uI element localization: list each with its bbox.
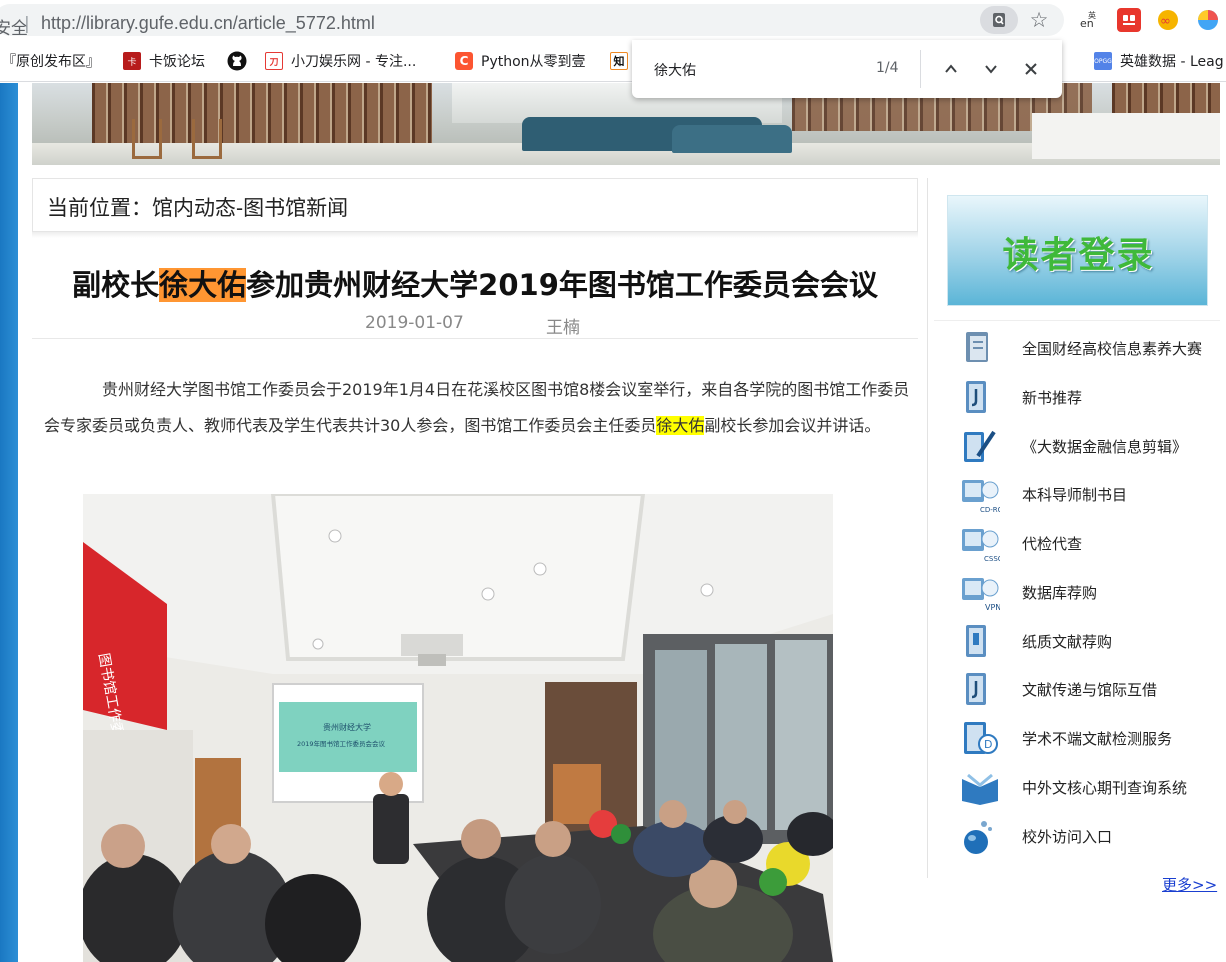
column-divider — [927, 178, 928, 878]
svg-text:∞: ∞ — [1160, 14, 1171, 29]
find-bar: 徐大佑 1/4 — [632, 40, 1062, 98]
sidebar-item-document-delivery[interactable]: 文献传递与馆际互借 — [960, 669, 1222, 709]
find-close-button[interactable] — [1018, 56, 1044, 82]
find-highlight-active: 徐大佑 — [159, 268, 247, 302]
meeting-photo: 图书馆工作委员会会议 贵州财经大学 2019年图书馆工作委员会会议 — [83, 494, 833, 962]
find-separator — [920, 50, 921, 88]
bookmark-item-python[interactable]: C Python从零到壹 — [455, 51, 586, 71]
sidebar-item-print-recommend[interactable]: 纸质文献荐购 — [960, 621, 1222, 661]
svg-text:英: 英 — [1088, 10, 1096, 20]
reader-login-banner[interactable]: 读者登录 — [947, 195, 1208, 306]
security-separator: | — [24, 14, 30, 34]
url-text[interactable]: http://library.gufe.edu.cn/article_5772.… — [41, 13, 375, 34]
bookmark-item-opgg[interactable]: OPGG 英雄数据 - Leag — [1094, 51, 1224, 71]
red-extension-icon[interactable] — [1117, 8, 1141, 32]
find-previous-button[interactable] — [938, 56, 964, 82]
breadcrumb-box: 当前位置：馆内动态-图书馆新闻 — [32, 178, 918, 232]
bookmark-label: 卡饭论坛 — [149, 54, 205, 70]
globe-ball-icon — [964, 821, 992, 854]
article-date: 2019-01-07 — [365, 313, 464, 333]
find-in-page-lens-button[interactable] — [980, 6, 1018, 34]
title-part: 副校长 — [72, 268, 160, 302]
sidebar-item-label: 中外文核心期刊查询系统 — [1022, 778, 1188, 797]
close-icon — [1025, 63, 1037, 75]
zhihu-icon: 知 — [610, 52, 628, 70]
csdn-c-icon: C — [455, 52, 473, 70]
computer-vpn-icon: VPN — [962, 578, 1000, 612]
sidebar-item-tutor-booklist[interactable]: CD-ROM 本科导师制书目 — [960, 474, 1222, 514]
sidebar-rule — [934, 320, 1220, 321]
book-note-icon — [966, 625, 986, 657]
reader-login-label: 读者登录 — [1002, 235, 1155, 276]
breadcrumb: 当前位置：馆内动态-图书馆新闻 — [47, 196, 349, 220]
bookmark-label: Python从零到壹 — [481, 54, 586, 70]
sidebar-item-label: 纸质文献荐购 — [1022, 632, 1113, 651]
bookmark-label: 小刀娱乐网 - 专注... — [291, 54, 417, 70]
sidebar-item-label: 《大数据金融信息剪辑》 — [1022, 437, 1188, 456]
sidebar-item-proxy-search[interactable]: CSSCI 代检代查 — [960, 523, 1222, 563]
opgg-icon: OPGG — [1094, 52, 1112, 70]
book-d-icon: D — [964, 722, 998, 754]
xiaodao-logo-icon: 刀 — [265, 52, 283, 70]
sidebar-item-new-books[interactable]: 新书推荐 — [960, 377, 1222, 417]
book-hook-icon — [966, 673, 986, 705]
bookmark-item-kafan[interactable]: 卡 卡饭论坛 — [123, 51, 205, 71]
github-icon — [227, 51, 247, 71]
colorful-extension-icon[interactable] — [1196, 8, 1220, 32]
sidebar-item-label: 文献传递与馆际互借 — [1022, 680, 1158, 699]
sidebar-item-database-recommend[interactable]: VPN 数据库荐购 — [960, 572, 1222, 612]
sidebar-item-label: 代检代查 — [1022, 534, 1083, 553]
translate-extension-icon[interactable]: en 英 — [1078, 8, 1102, 32]
sidebar-item-label: 学术不端文献检测服务 — [1022, 729, 1173, 748]
svg-text:VPN: VPN — [985, 603, 1000, 612]
bookmark-item-github[interactable] — [227, 51, 247, 71]
open-book-icon — [962, 773, 998, 805]
paragraph-text: 副校长参加会议并讲话。 — [704, 416, 881, 435]
svg-text:D: D — [984, 738, 992, 751]
kafan-logo-icon: 卡 — [123, 52, 141, 70]
find-input[interactable]: 徐大佑 — [654, 60, 696, 80]
infinity-extension-icon[interactable]: ∞ — [1156, 8, 1180, 32]
magnifier-page-icon — [993, 13, 1005, 27]
bookmark-label: 『原创发布区』 — [2, 54, 100, 70]
breadcrumb-shadow — [32, 232, 918, 238]
sidebar-item-label: 本科导师制书目 — [1022, 485, 1128, 504]
chevron-down-icon — [985, 65, 997, 74]
sidebar-item-literacy-contest[interactable]: 全国财经高校信息素养大赛 — [960, 328, 1222, 368]
bookmark-star-icon[interactable]: ☆ — [1026, 7, 1052, 33]
bookmark-label: 英雄数据 - Leag — [1120, 54, 1224, 70]
svg-text:CD-ROM: CD-ROM — [980, 506, 1000, 514]
sidebar-item-core-journals[interactable]: 中外文核心期刊查询系统 — [960, 767, 1222, 807]
book-hook-icon — [966, 381, 986, 413]
title-part: 参加贵州财经大学2019年图书馆工作委员会会议 — [246, 268, 878, 302]
find-next-button[interactable] — [978, 56, 1004, 82]
chevron-up-icon — [945, 64, 957, 73]
book-pen-icon — [964, 430, 996, 462]
left-decorative-bar — [0, 83, 18, 962]
find-match-count: 1/4 — [876, 60, 899, 76]
sidebar-item-plagiarism-check[interactable]: D 学术不端文献检测服务 — [960, 718, 1222, 758]
sidebar-item-label: 全国财经高校信息素养大赛 — [1022, 339, 1203, 358]
photo-screen-line1: 贵州财经大学 — [323, 722, 371, 732]
browser-toolbar: 安全 | http://library.gufe.edu.cn/article_… — [0, 0, 1226, 40]
more-link[interactable]: 更多>> — [1162, 874, 1217, 895]
article-title: 副校长徐大佑参加贵州财经大学2019年图书馆工作委员会会议 — [32, 262, 918, 304]
title-divider — [32, 338, 918, 339]
computer-cdrom-icon: CD-ROM — [962, 480, 1000, 514]
sidebar-item-label: 新书推荐 — [1022, 388, 1083, 407]
sidebar-item-off-campus-access[interactable]: 校外访问入口 — [960, 816, 1222, 856]
svg-text:CSSCI: CSSCI — [984, 555, 1000, 563]
sidebar-item-label: 数据库荐购 — [1022, 583, 1098, 602]
article-author: 王楠 — [546, 318, 580, 338]
computer-cssci-icon: CSSCI — [962, 529, 1000, 563]
article-paragraph: 贵州财经大学图书馆工作委员会于2019年1月4日在花溪校区图书馆8楼会议室举行，… — [44, 372, 914, 444]
address-bar[interactable]: 安全 | http://library.gufe.edu.cn/article_… — [0, 4, 1064, 39]
find-highlight: 徐大佑 — [656, 416, 705, 435]
sidebar-item-bigdata-digest[interactable]: 《大数据金融信息剪辑》 — [960, 426, 1222, 466]
photo-screen-line2: 2019年图书馆工作委员会会议 — [297, 739, 386, 748]
bookmark-item-xiaodao[interactable]: 刀 小刀娱乐网 - 专注... — [265, 51, 416, 71]
book-document-icon — [966, 332, 988, 362]
sidebar-item-label: 校外访问入口 — [1022, 827, 1113, 846]
bookmark-item-original-release[interactable]: 『原创发布区』 — [2, 51, 100, 71]
